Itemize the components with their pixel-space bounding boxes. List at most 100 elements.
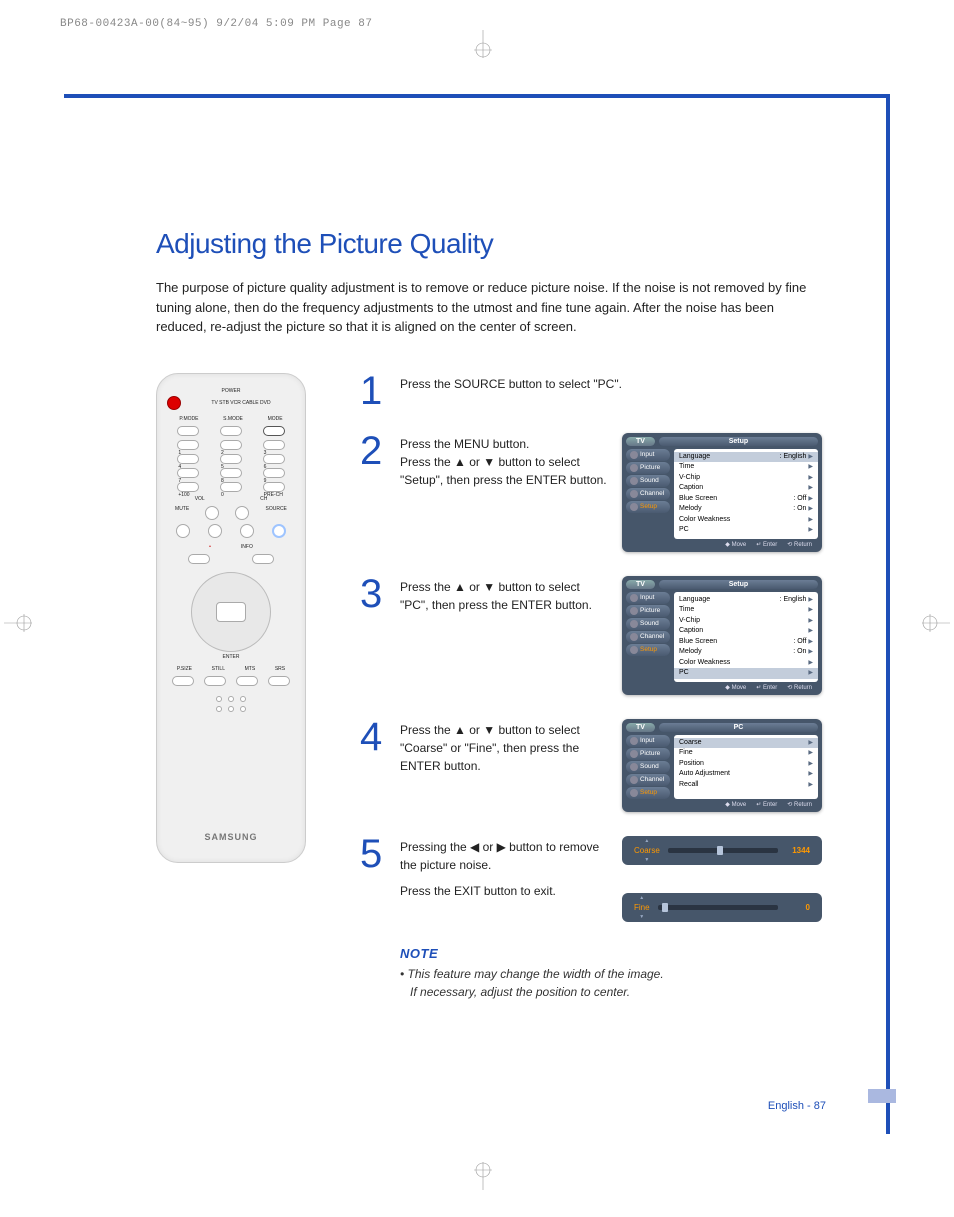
chevron-right-icon: ▶: [808, 496, 813, 502]
crop-mark-top-icon: [468, 30, 498, 71]
osd-side-input: Input: [626, 735, 670, 747]
print-slug: BP68-00423A-00(84~95) 9/2/04 5:09 PM Pag…: [60, 18, 372, 30]
slider-thumb-icon: [717, 846, 723, 855]
step-4: 4 Press the ▲ or ▼ button to select "Coa…: [360, 719, 822, 812]
menu-icon: [630, 737, 638, 745]
osd-row: Color Weakness ▶: [679, 658, 813, 669]
menu-icon: [630, 633, 638, 641]
osd-side-sound: Sound: [626, 618, 670, 630]
menu-icon: [630, 776, 638, 784]
chevron-right-icon: ▶: [808, 485, 813, 491]
osd-row: Time ▶: [679, 462, 813, 473]
menu-icon: [630, 477, 638, 485]
osd-row: Caption ▶: [679, 626, 813, 637]
note-heading: NOTE: [400, 946, 822, 961]
chevron-right-icon: ▶: [808, 628, 813, 634]
osd-row: V-Chip ▶: [679, 616, 813, 627]
osd-side-picture: Picture: [626, 605, 670, 617]
menu-icon: [630, 620, 638, 628]
chevron-right-icon: ▶: [808, 639, 813, 645]
step-1: 1 Press the SOURCE button to select "PC"…: [360, 373, 822, 409]
page-number: English - 87: [768, 1100, 826, 1112]
step-3: 3 Press the ▲ or ▼ button to select "PC"…: [360, 576, 822, 695]
osd-row: Caption ▶: [679, 483, 813, 494]
chevron-right-icon: ▶: [808, 464, 813, 470]
osd-row: Melody: On ▶: [679, 504, 813, 515]
osd-row: Blue Screen: Off ▶: [679, 637, 813, 648]
chevron-right-icon: ▶: [808, 649, 813, 655]
note-block: NOTE • This feature may change the width…: [400, 946, 822, 1001]
intro-paragraph: The purpose of picture quality adjustmen…: [156, 278, 822, 337]
crop-mark-bottom-icon: [468, 1154, 498, 1195]
osd-row: Color Weakness ▶: [679, 515, 813, 526]
osd-side-channel: Channel: [626, 774, 670, 786]
osd-side-picture: Picture: [626, 462, 670, 474]
osd-side-sound: Sound: [626, 761, 670, 773]
thumb-tab-icon: [868, 1089, 896, 1103]
enter-hint: ↵ Enter: [756, 541, 777, 548]
menu-icon: [630, 750, 638, 758]
osd-pc: TVPC InputPictureSoundChannelSetup Coars…: [622, 719, 822, 812]
chevron-right-icon: ▶: [808, 750, 813, 756]
osd-side-setup: Setup: [626, 787, 670, 799]
menu-icon: [630, 451, 638, 459]
osd-slider-fine: ▲Fine▼ 0: [622, 893, 822, 922]
osd-side-setup: Setup: [626, 644, 670, 656]
osd-row: Coarse ▶: [674, 738, 818, 749]
menu-icon: [630, 646, 638, 654]
enter-hint: ↵ Enter: [756, 684, 777, 691]
osd-row: Language: English ▶: [679, 595, 813, 606]
enter-hint: ↵ Enter: [756, 801, 777, 808]
menu-icon: [630, 763, 638, 771]
osd-row: Time ▶: [679, 605, 813, 616]
remote-control-illustration: POWER TV STB VCR CABLE DVD P.MODE S.MODE…: [156, 373, 306, 863]
step-text: Press the SOURCE button to select "PC".: [400, 373, 822, 401]
step-number: 1: [360, 373, 386, 409]
chevron-right-icon: ▶: [808, 607, 813, 613]
osd-row: PC ▶: [679, 525, 813, 536]
chevron-right-icon: ▶: [808, 740, 813, 746]
move-hint: ◆ Move: [725, 541, 746, 548]
osd-row: Blue Screen: Off ▶: [679, 494, 813, 505]
osd-row: Position ▶: [679, 759, 813, 770]
osd-row: Recall ▶: [679, 780, 813, 791]
osd-row: Language: English ▶: [674, 452, 818, 463]
power-button-icon: [167, 396, 181, 410]
chevron-right-icon: ▶: [808, 618, 813, 624]
return-hint: ⟲ Return: [787, 541, 812, 548]
slider-thumb-icon: [662, 903, 668, 912]
menu-icon: [630, 594, 638, 602]
chevron-right-icon: ▶: [808, 660, 813, 666]
step-2: 2 Press the MENU button. Press the ▲ or …: [360, 433, 822, 552]
osd-side-channel: Channel: [626, 488, 670, 500]
chevron-right-icon: ▶: [808, 782, 813, 788]
mute-icon: [176, 524, 190, 538]
chevron-right-icon: ▶: [808, 670, 813, 676]
chevron-right-icon: ▶: [808, 771, 813, 777]
crop-mark-left-icon: [4, 608, 40, 643]
osd-row: Fine ▶: [679, 748, 813, 759]
page-frame: Adjusting the Picture Quality The purpos…: [64, 94, 890, 1134]
menu-icon: [630, 490, 638, 498]
crop-mark-right-icon: [914, 608, 950, 643]
move-hint: ◆ Move: [725, 801, 746, 808]
chevron-right-icon: ▶: [808, 454, 813, 460]
menu-icon: [630, 503, 638, 511]
chevron-right-icon: ▶: [808, 597, 813, 603]
chevron-right-icon: ▶: [808, 517, 813, 523]
chevron-right-icon: ▶: [808, 527, 813, 533]
return-hint: ⟲ Return: [787, 684, 812, 691]
osd-side-sound: Sound: [626, 475, 670, 487]
osd-side-channel: Channel: [626, 631, 670, 643]
osd-side-setup: Setup: [626, 501, 670, 513]
chevron-right-icon: ▶: [808, 506, 813, 512]
osd-row: V-Chip ▶: [679, 473, 813, 484]
menu-icon: [630, 464, 638, 472]
osd-side-input: Input: [626, 592, 670, 604]
osd-side-picture: Picture: [626, 748, 670, 760]
osd-row: PC ▶: [674, 668, 818, 679]
menu-icon: [630, 607, 638, 615]
osd-setup-2: TVSetup InputPictureSoundChannelSetup La…: [622, 576, 822, 695]
osd-row: Melody: On ▶: [679, 647, 813, 658]
brand-logo: SAMSUNG: [157, 832, 305, 842]
